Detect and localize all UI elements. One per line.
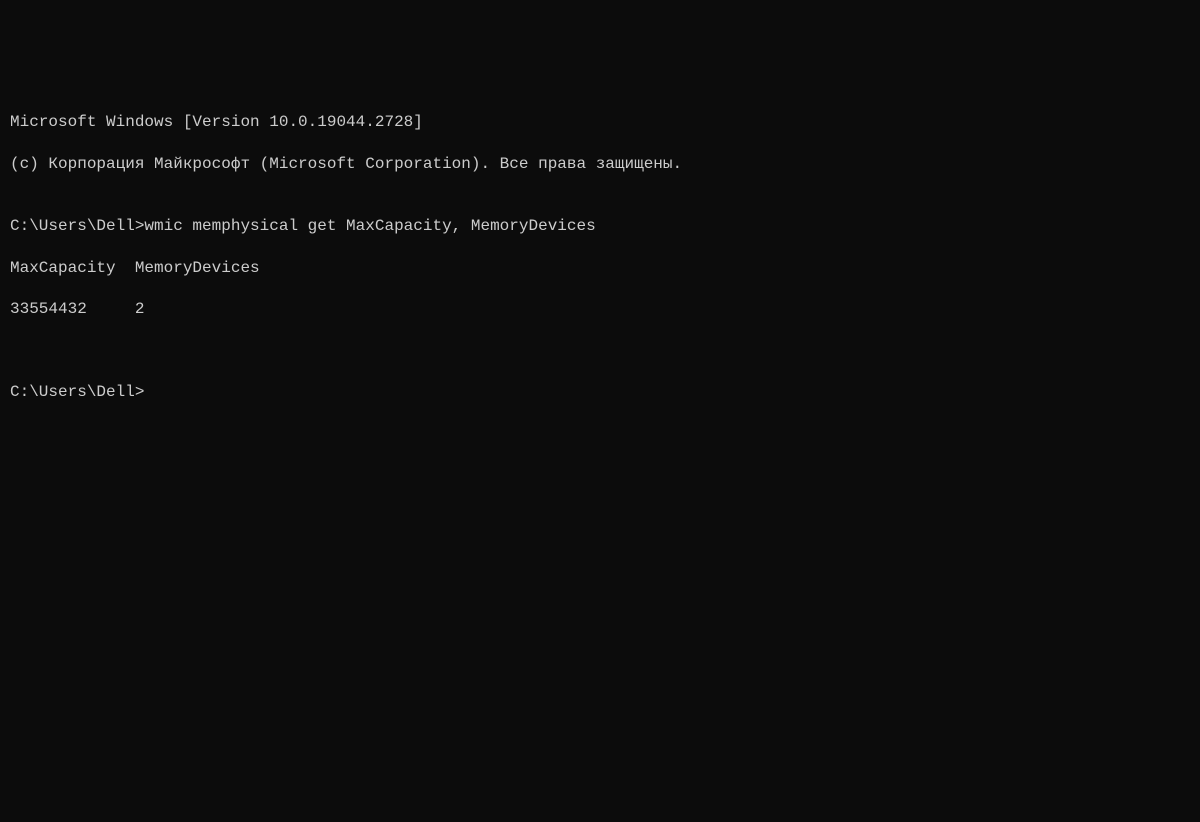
copyright-line: (c) Корпорация Майкрософт (Microsoft Cor… xyxy=(10,154,1190,175)
prompt-path: C:\Users\Dell> xyxy=(10,383,144,401)
command-text: wmic memphysical get MaxCapacity, Memory… xyxy=(144,217,595,235)
command-line: C:\Users\Dell>wmic memphysical get MaxCa… xyxy=(10,216,1190,237)
prompt-path: C:\Users\Dell> xyxy=(10,217,144,235)
terminal-window[interactable]: Microsoft Windows [Version 10.0.19044.27… xyxy=(10,91,1190,718)
output-headers: MaxCapacity MemoryDevices xyxy=(10,258,1190,279)
output-values: 33554432 2 xyxy=(10,299,1190,320)
current-prompt-line[interactable]: C:\Users\Dell> xyxy=(10,382,1190,403)
windows-version-line: Microsoft Windows [Version 10.0.19044.27… xyxy=(10,112,1190,133)
